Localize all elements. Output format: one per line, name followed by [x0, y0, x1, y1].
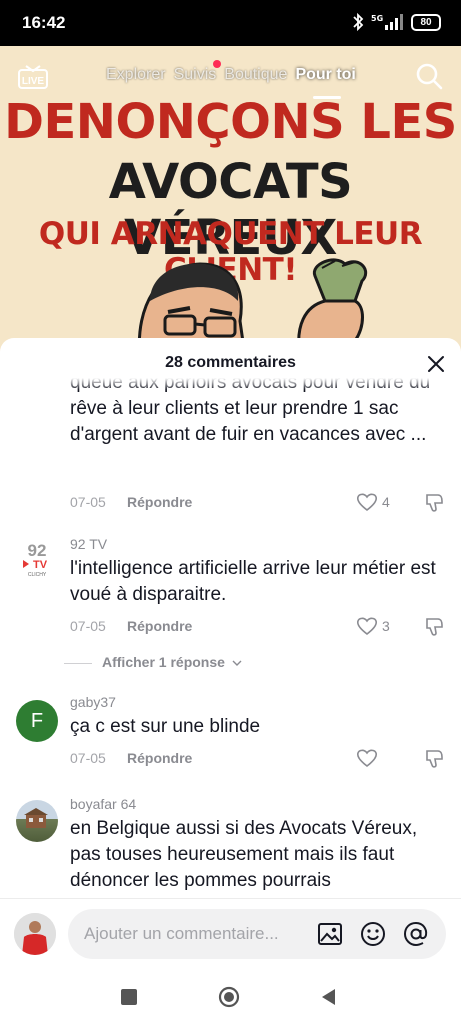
- dislike-icon[interactable]: [424, 748, 446, 770]
- avatar[interactable]: 92 TV CLICHY: [16, 538, 58, 580]
- 92tv-logo-icon: 92 TV CLICHY: [23, 541, 48, 578]
- heart-icon[interactable]: [356, 748, 378, 768]
- mention-icon[interactable]: [402, 920, 430, 948]
- like-count: 3: [382, 618, 390, 634]
- comment-input-placeholder: Ajouter un commentaire...: [84, 924, 279, 943]
- active-tab-indicator: [313, 96, 341, 99]
- live-tv-icon: LIVE: [18, 65, 48, 89]
- comment-date: 07-05: [70, 618, 106, 634]
- close-icon[interactable]: [425, 353, 447, 375]
- live-button[interactable]: LIVE: [16, 60, 50, 90]
- reply-button[interactable]: Répondre: [127, 494, 192, 510]
- tab-boutique[interactable]: Boutique: [224, 66, 287, 84]
- nav-tabs: Explorer Suivis Boutique Pour toi: [106, 60, 356, 84]
- heart-icon[interactable]: [356, 492, 378, 512]
- comment-input[interactable]: Ajouter un commentaire...: [68, 909, 446, 959]
- comment-username[interactable]: 92 TV: [70, 536, 107, 552]
- avatar-caption: CLICHY: [28, 572, 47, 578]
- notification-dot: [213, 60, 222, 68]
- chevron-down-icon: [232, 660, 242, 666]
- status-time: 16:42: [22, 13, 66, 32]
- comment-meta: 07-05 Répondre 3: [70, 616, 450, 638]
- comment-item: boyafar 64 en Belgique aussi si des Avoc…: [0, 796, 461, 898]
- status-bar: 16:42 5G 80: [0, 0, 461, 46]
- reply-button[interactable]: Répondre: [127, 750, 192, 766]
- heart-icon[interactable]: [356, 616, 378, 636]
- top-navigation: LIVE Explorer Suivis Boutique Pour toi: [0, 46, 461, 102]
- comments-count-title: 28 commentaires: [165, 354, 296, 371]
- home-icon[interactable]: [218, 986, 240, 1008]
- user-photo-icon: [14, 913, 56, 955]
- tab-suivis[interactable]: Suivis: [173, 60, 222, 84]
- my-avatar[interactable]: [14, 913, 56, 955]
- dislike-icon[interactable]: [424, 616, 446, 638]
- avatar-number: 92: [28, 541, 47, 560]
- reply-button[interactable]: Répondre: [127, 618, 192, 634]
- avatar[interactable]: [16, 800, 58, 842]
- comment-text: l'intelligence artificielle arrive leur …: [70, 558, 436, 605]
- show-replies-button[interactable]: Afficher 1 réponse: [64, 654, 314, 670]
- comment-meta: 07-05 Répondre 4: [70, 492, 450, 514]
- network-label: 5G: [371, 14, 383, 23]
- emoji-icon[interactable]: [359, 920, 387, 948]
- comment-text: en Belgique aussi si des Avocats Véreux,…: [70, 818, 418, 891]
- status-icons: 5G 80: [351, 12, 441, 32]
- live-label: LIVE: [22, 76, 45, 87]
- bluetooth-icon: [353, 12, 364, 32]
- scroll-fade: [0, 378, 461, 390]
- signal-icon: 5G: [371, 14, 403, 30]
- comments-list[interactable]: c'est les débuts de vacances ils font la…: [0, 378, 461, 898]
- comment-item: 92 TV CLICHY 92 TV l'intelligence artifi…: [0, 536, 461, 686]
- tab-pour-toi[interactable]: Pour toi: [295, 66, 355, 84]
- comment-username[interactable]: boyafar 64: [70, 796, 136, 812]
- tab-explorer[interactable]: Explorer: [106, 66, 166, 84]
- comment-username[interactable]: gaby37: [70, 694, 116, 710]
- replies-divider: [64, 662, 92, 664]
- like-count: 4: [382, 494, 390, 510]
- search-icon[interactable]: [415, 62, 443, 90]
- recent-apps-icon[interactable]: [118, 986, 140, 1008]
- tab-suivis-label: Suivis: [173, 66, 217, 83]
- system-navigation-bar: [0, 970, 461, 1024]
- back-icon[interactable]: [318, 986, 340, 1008]
- avatar[interactable]: F: [16, 700, 58, 742]
- image-icon[interactable]: [316, 920, 344, 948]
- dislike-icon[interactable]: [424, 492, 446, 514]
- comment-date: 07-05: [70, 750, 106, 766]
- comment-item: F gaby37 ça c est sur une blinde 07-05 R…: [0, 694, 461, 784]
- show-replies-label: Afficher 1 réponse: [102, 654, 225, 670]
- comment-input-bar: Ajouter un commentaire...: [0, 898, 461, 970]
- avatar-tv: TV: [33, 559, 48, 571]
- battery-icon: 80: [411, 13, 441, 31]
- comment-item: c'est les débuts de vacances ils font la…: [0, 378, 461, 512]
- comment-meta: 07-05 Répondre: [70, 748, 450, 770]
- comment-text: ça c est sur une blinde: [70, 716, 261, 737]
- video-headline-1: DENONÇONS LES: [4, 94, 457, 150]
- building-photo-icon: [24, 808, 48, 828]
- comment-date: 07-05: [70, 494, 106, 510]
